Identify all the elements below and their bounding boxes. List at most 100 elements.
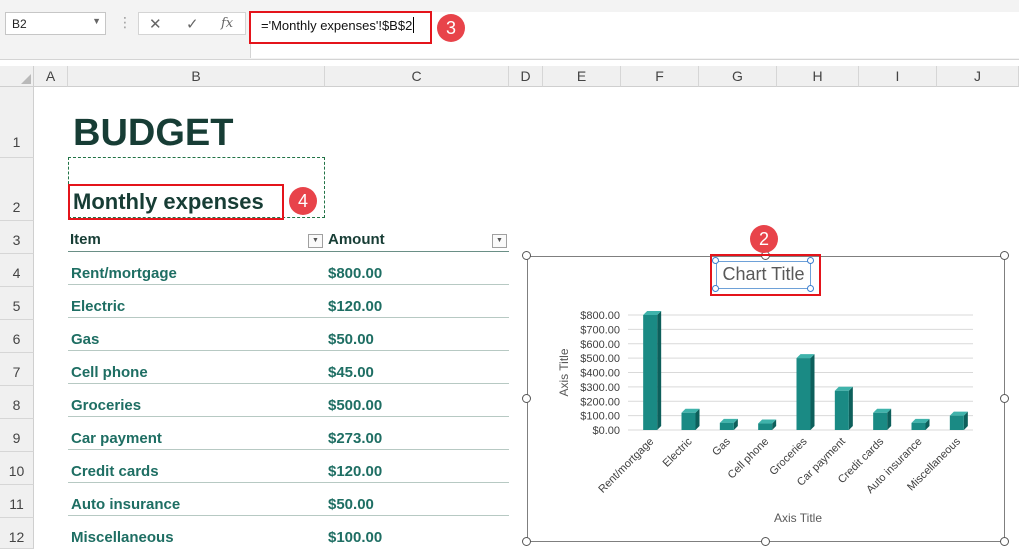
column-header-b[interactable]: B bbox=[68, 66, 325, 87]
filter-dropdown-icon[interactable]: ▼ bbox=[308, 234, 323, 248]
item-cell[interactable]: Rent/mortgage bbox=[71, 265, 177, 282]
y-tick-label: $800.00 bbox=[580, 310, 620, 322]
resize-handle[interactable] bbox=[522, 251, 531, 260]
name-box[interactable]: B2 ▼ bbox=[5, 12, 106, 35]
row-header-10[interactable]: 10 bbox=[0, 452, 34, 485]
insert-function-icon[interactable]: fx bbox=[221, 16, 233, 31]
item-cell[interactable]: Miscellaneous bbox=[71, 529, 174, 546]
row-header-9[interactable]: 9 bbox=[0, 419, 34, 452]
row-header-1[interactable]: 1 bbox=[0, 87, 34, 158]
amount-cell[interactable]: $50.00 bbox=[328, 331, 374, 348]
item-cell[interactable]: Groceries bbox=[71, 397, 141, 414]
chevron-down-icon[interactable]: ▼ bbox=[92, 16, 101, 26]
header-amount[interactable]: Amount bbox=[328, 231, 385, 248]
resize-handle[interactable] bbox=[1000, 537, 1009, 546]
x-tick-label: Gas bbox=[710, 435, 733, 458]
row-divider bbox=[68, 482, 509, 483]
formula-highlight-box bbox=[249, 11, 432, 44]
item-cell[interactable]: Auto insurance bbox=[71, 496, 180, 513]
y-tick-label: $700.00 bbox=[580, 324, 620, 336]
bar bbox=[643, 315, 658, 430]
bar bbox=[758, 423, 773, 430]
bar-side bbox=[657, 311, 662, 430]
x-tick-label: Cell phone bbox=[726, 436, 772, 482]
column-header-i[interactable]: I bbox=[859, 66, 937, 87]
column-header-e[interactable]: E bbox=[543, 66, 621, 87]
y-tick-label: $400.00 bbox=[580, 368, 620, 380]
row-header-6[interactable]: 6 bbox=[0, 320, 34, 353]
column-header-f[interactable]: F bbox=[621, 66, 699, 87]
column-header-c[interactable]: C bbox=[325, 66, 509, 87]
item-cell[interactable]: Electric bbox=[71, 298, 125, 315]
amount-cell[interactable]: $273.00 bbox=[328, 430, 382, 447]
amount-cell[interactable]: $45.00 bbox=[328, 364, 374, 381]
row-header-11[interactable]: 11 bbox=[0, 485, 34, 518]
row-divider bbox=[68, 383, 509, 384]
bar bbox=[873, 412, 888, 430]
row-header-5[interactable]: 5 bbox=[0, 287, 34, 320]
step-badge-4: 4 bbox=[289, 187, 317, 215]
bar-side bbox=[810, 354, 815, 430]
bar bbox=[719, 422, 734, 430]
row-header-3[interactable]: 3 bbox=[0, 221, 34, 254]
bar bbox=[834, 390, 849, 430]
header-divider bbox=[68, 251, 509, 252]
resize-handle[interactable] bbox=[761, 537, 770, 546]
amount-cell[interactable]: $120.00 bbox=[328, 463, 382, 480]
row-header-4[interactable]: 4 bbox=[0, 254, 34, 287]
item-cell[interactable]: Cell phone bbox=[71, 364, 148, 381]
bar bbox=[796, 358, 811, 430]
header-item[interactable]: Item bbox=[70, 231, 101, 248]
amount-cell[interactable]: $50.00 bbox=[328, 496, 374, 513]
row-header-7[interactable]: 7 bbox=[0, 353, 34, 386]
bar bbox=[911, 422, 926, 430]
formula-bar-area: B2 ▼ ⋮ ✕ ✓ fx ='Monthly expenses'!$B$2 bbox=[0, 0, 1019, 60]
resize-handle[interactable] bbox=[522, 394, 531, 403]
x-tick-label: Electric bbox=[661, 435, 695, 469]
bar bbox=[681, 412, 696, 430]
row-divider bbox=[68, 317, 509, 318]
chart-area[interactable]: $0.00 $100.00 $200.00 $300.00 $400.00 $500.00… bbox=[527, 256, 1005, 542]
bar-side bbox=[848, 386, 853, 430]
cancel-icon[interactable]: ✕ bbox=[149, 15, 162, 33]
select-all-corner[interactable] bbox=[0, 66, 34, 87]
subtitle-highlight-box bbox=[68, 184, 284, 220]
row-header-8[interactable]: 8 bbox=[0, 386, 34, 419]
x-axis-title: Axis Title bbox=[774, 511, 822, 525]
amount-cell[interactable]: $800.00 bbox=[328, 265, 382, 282]
bar bbox=[949, 415, 964, 430]
bar-chart-plot: $0.00 $100.00 $200.00 $300.00 $400.00 $500.00… bbox=[557, 310, 973, 525]
more-options-icon[interactable]: ⋮ bbox=[118, 14, 132, 31]
x-tick-label: Rent/mortgage bbox=[596, 436, 656, 496]
y-tick-label: $0.00 bbox=[592, 425, 620, 437]
item-cell[interactable]: Credit cards bbox=[71, 463, 159, 480]
y-tick-label: $500.00 bbox=[580, 353, 620, 365]
enter-icon[interactable]: ✓ bbox=[186, 15, 199, 33]
name-box-value: B2 bbox=[12, 17, 27, 31]
item-cell[interactable]: Gas bbox=[71, 331, 99, 348]
column-header-a[interactable]: A bbox=[34, 66, 68, 87]
filter-dropdown-icon[interactable]: ▼ bbox=[492, 234, 507, 248]
resize-handle[interactable] bbox=[1000, 251, 1009, 260]
column-header-j[interactable]: J bbox=[937, 66, 1019, 87]
step-badge-3: 3 bbox=[437, 14, 465, 42]
column-header-d[interactable]: D bbox=[509, 66, 543, 87]
resize-handle[interactable] bbox=[522, 537, 531, 546]
row-divider bbox=[68, 416, 509, 417]
row-divider bbox=[68, 284, 509, 285]
row-header-12[interactable]: 12 bbox=[0, 518, 34, 549]
y-tick-label: $600.00 bbox=[580, 339, 620, 351]
column-header-h[interactable]: H bbox=[777, 66, 859, 87]
budget-title[interactable]: BUDGET bbox=[73, 112, 233, 155]
item-cell[interactable]: Car payment bbox=[71, 430, 162, 447]
amount-cell[interactable]: $500.00 bbox=[328, 397, 382, 414]
row-divider bbox=[68, 350, 509, 351]
formula-buttons: ✕ ✓ fx bbox=[138, 12, 246, 35]
amount-cell[interactable]: $100.00 bbox=[328, 529, 382, 546]
column-header-g[interactable]: G bbox=[699, 66, 777, 87]
amount-cell[interactable]: $120.00 bbox=[328, 298, 382, 315]
y-tick-label: $300.00 bbox=[580, 382, 620, 394]
resize-handle[interactable] bbox=[1000, 394, 1009, 403]
row-header-2[interactable]: 2 bbox=[0, 158, 34, 221]
row-divider bbox=[68, 515, 509, 516]
